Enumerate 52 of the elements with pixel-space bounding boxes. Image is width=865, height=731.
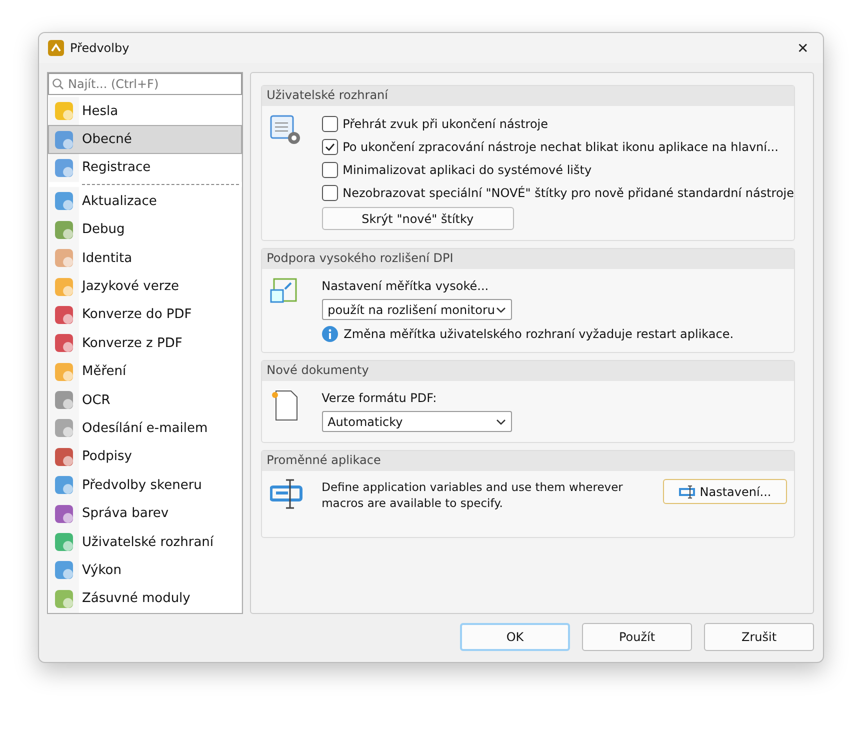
category-item[interactable]: Podpisy (48, 442, 242, 472)
dialog-button[interactable]: Zrušit (704, 623, 814, 651)
category-item[interactable]: OCR (48, 386, 242, 414)
checkbox-label: Minimalizovat aplikaci do systémové lišty (342, 162, 592, 176)
category-item[interactable]: Obecné (48, 125, 242, 154)
category-item[interactable]: Měření (48, 358, 242, 386)
chevron-down-icon (496, 418, 506, 424)
checkbox[interactable] (322, 184, 338, 200)
dropdown[interactable]: Automaticky (322, 411, 512, 432)
field-label: Verze formátu PDF: (322, 391, 438, 405)
category-item[interactable]: Zásuvné moduly (48, 584, 242, 614)
group-title: Podpora vysokého rozlišení DPI (262, 249, 794, 269)
dialog-button[interactable]: OK (460, 623, 570, 651)
category-item[interactable]: Výkon (48, 556, 242, 585)
variable-icon (270, 479, 304, 509)
category-item[interactable]: Hesla (48, 97, 242, 126)
close-button[interactable]: ✕ (783, 33, 823, 63)
variable-icon (678, 484, 697, 498)
category-item[interactable]: Správa barev (48, 499, 242, 528)
field-label: Nastavení měřítka vysoké... (322, 279, 490, 293)
hide-labels-button[interactable]: Skrýt "nové" štítky (322, 207, 514, 230)
checkbox-label: Po ukončení zpracování nástroje nechat blikat ikonu aplikace na hlavní... (342, 140, 778, 154)
category-item[interactable]: Konverze do PDF (48, 300, 242, 330)
category-item[interactable]: Aktualizace (48, 187, 242, 216)
group-title: Nové dokumenty (262, 361, 794, 381)
checkbox-label: Nezobrazovat speciální "NOVÉ" štítky pro nově přidané standardní nástroje (342, 186, 794, 200)
checkbox-label: Přehrát zvuk při ukončení nástroje (342, 116, 548, 130)
category-item[interactable]: Debug (48, 216, 242, 244)
chevron-down-icon (496, 306, 506, 312)
dropdown[interactable]: použít na rozlišení monitoru (322, 299, 512, 320)
category-item[interactable]: Registrace (48, 154, 242, 182)
checkbox[interactable] (322, 138, 338, 154)
window-title: Předvolby (70, 41, 130, 55)
dialog-button[interactable]: Použít (582, 623, 692, 651)
checkbox[interactable] (322, 162, 338, 178)
category-item[interactable]: Identita (48, 244, 242, 272)
info-icon (322, 326, 338, 342)
category-item[interactable]: Předvolby skeneru (48, 471, 242, 500)
info-text: Změna měřítka uživatelského rozhraní vyžaduje restart aplikace. (344, 327, 734, 341)
app-icon (48, 40, 64, 56)
group-title: Uživatelské rozhraní (262, 86, 794, 106)
search-field[interactable]: Najít... (Ctrl+F) (48, 73, 242, 95)
category-item[interactable]: Konverze z PDF (48, 329, 242, 358)
new-document-icon (270, 389, 300, 421)
category-item[interactable]: Uživatelské rozhraní (48, 528, 242, 556)
checkbox[interactable] (322, 116, 338, 132)
category-item[interactable]: Odesílání e-mailem (48, 414, 242, 443)
description-text: Define application variables and use them wherever macros are available to specify. (322, 479, 624, 511)
settings-button[interactable]: Nastavení... (663, 479, 787, 504)
resize-icon (270, 277, 298, 305)
group-title: Proměnné aplikace (262, 451, 794, 471)
category-item[interactable]: Jazykové verze (48, 272, 242, 301)
